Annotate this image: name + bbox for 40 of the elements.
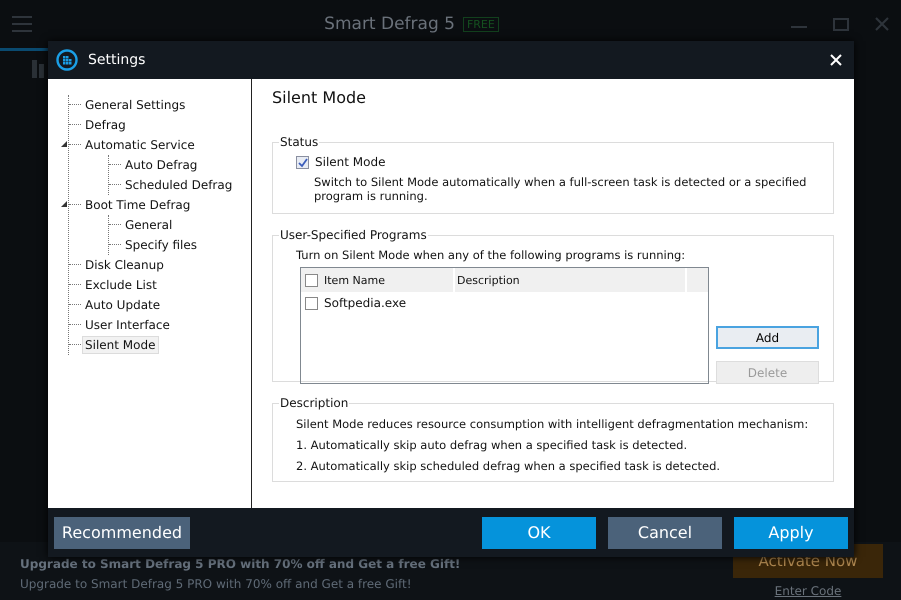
tree-item[interactable]: Scheduled Defrag — [122, 176, 236, 194]
tree-item[interactable]: General — [122, 216, 176, 234]
description-text: 1. Automatically skip auto defrag when a specified task is detected. — [296, 438, 688, 452]
description-text: Silent Mode reduces resource consumption with intelligent defragmentation mechanism: — [296, 417, 810, 431]
tree-item[interactable]: User Interface — [82, 316, 173, 334]
collapse-icon[interactable] — [61, 201, 67, 207]
tree-item[interactable]: Automatic Service — [82, 136, 198, 154]
table-cell: Softpedia.exe — [324, 296, 406, 310]
tree-item[interactable]: Auto Update — [82, 296, 164, 314]
tree-item[interactable]: Silent Mode — [82, 336, 158, 354]
tree-item[interactable]: Exclude List — [82, 276, 160, 294]
list-action-button[interactable]: Add — [716, 326, 819, 349]
column-header: Description — [457, 274, 520, 286]
status-note: Switch to Silent Mode automatically when a full-screen task is detected or a specified program is running. — [313, 175, 808, 203]
checkbox[interactable] — [305, 296, 318, 310]
enter-code-link[interactable]: Enter Code — [774, 584, 842, 598]
tree-item[interactable]: Defrag — [82, 116, 129, 134]
dialog-title: Settings — [88, 52, 146, 68]
tree-item[interactable]: General Settings — [82, 96, 188, 114]
page-title: Silent Mode — [272, 88, 367, 107]
programs-intro: Turn on Silent Mode when any of the following programs is running: — [296, 248, 686, 262]
collapse-icon[interactable] — [61, 141, 67, 147]
description-text: 2. Automatically skip scheduled defrag when a specified task is detected. — [296, 459, 722, 473]
edition-badge: FREE — [462, 16, 499, 32]
promo-text: Upgrade to Smart Defrag 5 PRO with 70% off and Get a free Gift! — [20, 577, 413, 591]
column-header: Item Name — [324, 274, 385, 286]
app-title: Smart Defrag 5 — [324, 14, 455, 34]
checkbox-label: Silent Mode — [315, 155, 386, 169]
promo-headline: Upgrade to Smart Defrag 5 PRO with 70% off and Get a free Gift! — [20, 557, 462, 571]
tree-item[interactable]: Disk Cleanup — [82, 256, 167, 274]
group-heading: Description — [279, 395, 350, 411]
tree-item[interactable]: Auto Defrag — [122, 156, 200, 174]
tree-item[interactable]: Boot Time Defrag — [82, 196, 194, 214]
tree-item[interactable]: Specify files — [122, 236, 200, 254]
recommended-button[interactable]: Recommended — [54, 516, 190, 548]
group-heading: User-Specified Programs — [279, 227, 428, 243]
app-logo-icon — [56, 49, 78, 71]
dialog-button[interactable]: Cancel — [608, 516, 722, 548]
select-all-checkbox[interactable] — [305, 274, 318, 286]
checkbox[interactable] — [296, 156, 309, 168]
